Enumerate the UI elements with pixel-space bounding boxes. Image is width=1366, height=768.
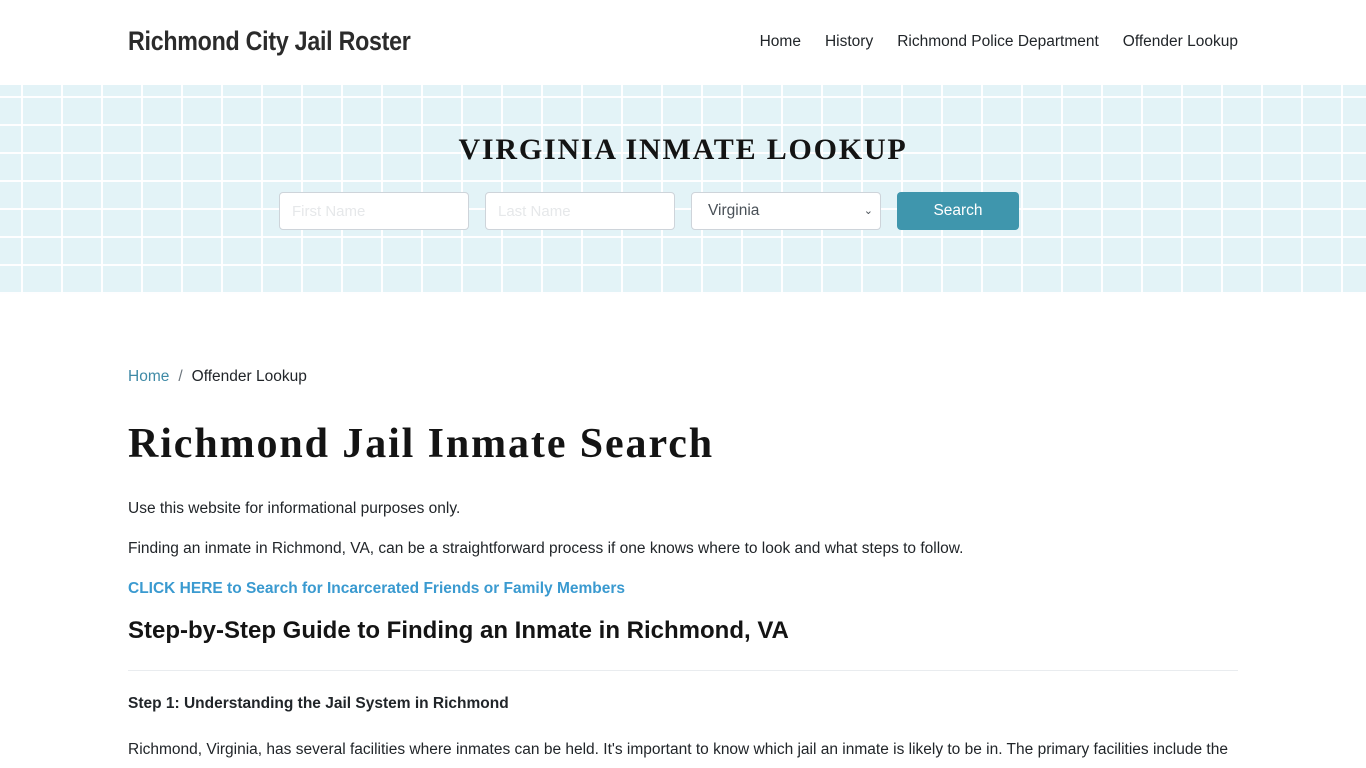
hero-title: VIRGINIA INMATE LOOKUP bbox=[458, 133, 908, 166]
section-divider bbox=[128, 670, 1238, 671]
chevron-down-icon: ⌄ bbox=[863, 205, 873, 217]
nav-history[interactable]: History bbox=[825, 33, 873, 51]
breadcrumb: Home / Offender Lookup bbox=[128, 368, 307, 386]
first-name-input[interactable] bbox=[279, 192, 469, 230]
state-select[interactable]: Virginia ⌄ bbox=[691, 192, 881, 230]
page-title: Richmond Jail Inmate Search bbox=[128, 421, 715, 467]
search-incarcerated-cta-link[interactable]: CLICK HERE to Search for Incarcerated Fr… bbox=[128, 580, 625, 598]
state-select-value: Virginia bbox=[708, 202, 760, 219]
breadcrumb-home-link[interactable]: Home bbox=[128, 368, 169, 385]
guide-heading: Step-by-Step Guide to Finding an Inmate … bbox=[128, 617, 789, 644]
nav-offender-lookup[interactable]: Offender Lookup bbox=[1123, 33, 1238, 51]
step-1-heading: Step 1: Understanding the Jail System in… bbox=[128, 695, 509, 712]
breadcrumb-current: Offender Lookup bbox=[191, 368, 307, 385]
nav-richmond-police-department[interactable]: Richmond Police Department bbox=[897, 33, 1099, 51]
site-header: Richmond City Jail Roster Home History R… bbox=[0, 0, 1366, 85]
last-name-input[interactable] bbox=[485, 192, 675, 230]
step-1-paragraph: Richmond, Virginia, has several faciliti… bbox=[128, 741, 1228, 758]
nav-home[interactable]: Home bbox=[760, 33, 801, 51]
search-button[interactable]: Search bbox=[897, 192, 1019, 230]
disclaimer-paragraph: Use this website for informational purpo… bbox=[128, 500, 461, 517]
intro-paragraph: Finding an inmate in Richmond, VA, can b… bbox=[128, 540, 964, 557]
site-brand-link[interactable]: Richmond City Jail Roster bbox=[128, 26, 411, 57]
main-nav: Home History Richmond Police Department … bbox=[736, 33, 1238, 51]
inmate-lookup-hero: VIRGINIA INMATE LOOKUP Virginia ⌄ Search bbox=[0, 85, 1366, 294]
inmate-search-form: Virginia ⌄ Search bbox=[279, 192, 1019, 230]
breadcrumb-separator: / bbox=[178, 368, 183, 385]
